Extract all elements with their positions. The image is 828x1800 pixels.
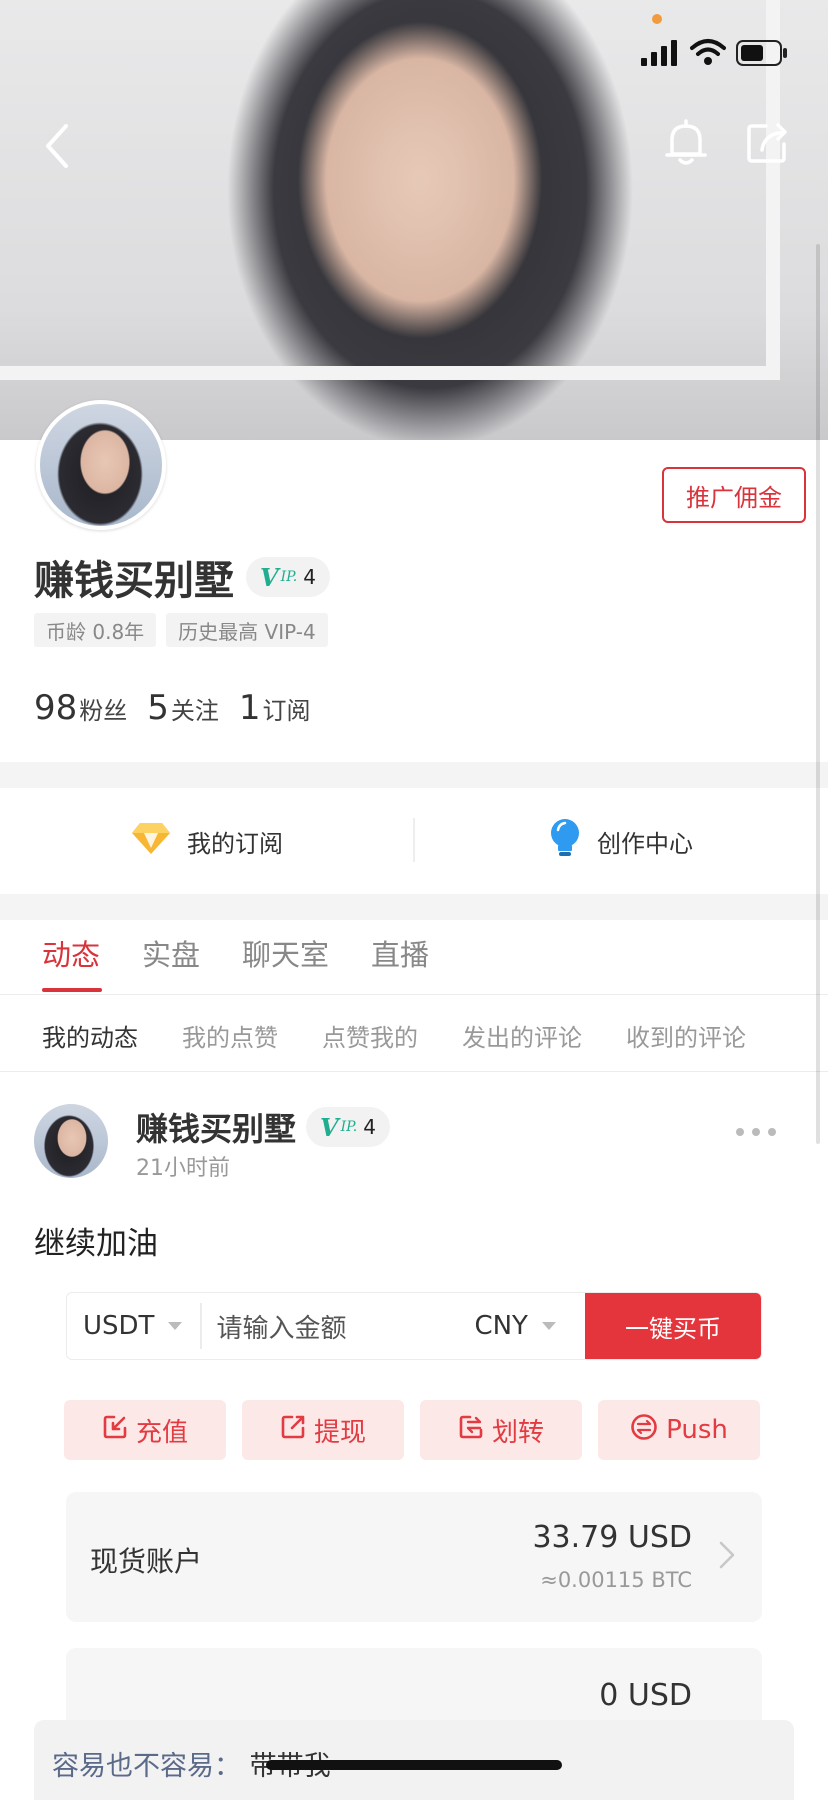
share-icon[interactable] <box>746 120 790 164</box>
asset-actions: 充值 提现 划转 Push <box>64 1400 760 1460</box>
battery-icon <box>736 40 788 66</box>
fiat-select-value: CNY <box>474 1311 528 1341</box>
subtab-sent-comments[interactable]: 发出的评论 <box>462 1018 582 1053</box>
withdraw-label: 提现 <box>313 1417 366 1448</box>
subscriptions-stat[interactable]: 1订阅 <box>239 688 311 728</box>
profile-tags: 币龄 0.8年 历史最高 VIP-4 <box>34 613 328 647</box>
post-text: 继续加油 <box>34 1226 158 1262</box>
transfer-icon <box>458 1414 484 1447</box>
active-tab-indicator <box>42 988 102 992</box>
my-subscription-label: 我的订阅 <box>187 829 283 858</box>
quick-buy-widget: USDT 请输入金额 CNY 一键买币 <box>66 1292 762 1360</box>
quick-divider <box>413 818 415 862</box>
vip-badge: V IP. 4 <box>306 1107 390 1147</box>
post-avatar[interactable] <box>34 1104 108 1178</box>
account-btc-value: ≈0.00115 BTC <box>540 1568 692 1592</box>
transfer-button[interactable]: 划转 <box>420 1400 582 1460</box>
vip-badge: V IP. 4 <box>246 557 330 597</box>
vip-suffix: IP. <box>280 569 298 585</box>
account-value: 0 USD <box>599 1678 692 1713</box>
withdraw-icon <box>280 1414 306 1447</box>
tab-live-trading[interactable]: 实盘 <box>142 932 200 974</box>
push-label: Push <box>666 1415 728 1445</box>
account-value: 33.79 USD <box>532 1520 692 1555</box>
transfer-label: 划转 <box>491 1417 544 1448</box>
section-divider <box>0 894 828 920</box>
post-time: 21小时前 <box>136 1156 230 1181</box>
subtab-my-posts[interactable]: 我的动态 <box>42 1018 138 1053</box>
deposit-icon <box>102 1414 128 1447</box>
push-button[interactable]: Push <box>598 1400 760 1460</box>
vip-level: 4 <box>363 1115 376 1139</box>
post-author-row: 赚钱买别墅 V IP. 4 <box>136 1104 390 1150</box>
main-tabs: 动态 实盘 聊天室 直播 <box>42 932 429 974</box>
coin-age-tag: 币龄 0.8年 <box>34 613 157 647</box>
wifi-icon <box>690 38 726 66</box>
section-divider <box>0 762 828 788</box>
following-stat[interactable]: 5关注 <box>147 688 219 728</box>
chevron-right-icon <box>718 1540 736 1574</box>
lightbulb-icon <box>549 818 581 864</box>
more-icon[interactable] <box>736 1128 776 1136</box>
amount-input[interactable]: 请输入金额 <box>200 1303 466 1349</box>
bell-icon[interactable] <box>664 118 708 166</box>
cellular-signal-icon <box>640 40 680 66</box>
tab-chatroom[interactable]: 聊天室 <box>242 932 329 974</box>
scrollbar[interactable] <box>816 244 820 1144</box>
diamond-icon <box>131 821 171 861</box>
vip-suffix: IP. <box>340 1119 358 1135</box>
creator-center-entry[interactable]: 创作中心 <box>414 788 828 894</box>
deposit-button[interactable]: 充值 <box>64 1400 226 1460</box>
account-title: 现货账户 <box>90 1545 203 1578</box>
my-subscription-entry[interactable]: 我的订阅 <box>0 788 414 894</box>
avatar[interactable] <box>36 400 166 530</box>
profile-name: 赚钱买别墅 <box>34 558 234 604</box>
creator-center-label: 创作中心 <box>597 829 693 858</box>
sub-tabs: 我的动态 我的点赞 点赞我的 发出的评论 收到的评论 <box>42 1018 746 1053</box>
tab-livestream[interactable]: 直播 <box>371 932 429 974</box>
post-author-name[interactable]: 赚钱买别墅 <box>136 1104 296 1150</box>
push-icon <box>630 1413 658 1448</box>
coin-select-value: USDT <box>83 1311 155 1341</box>
highest-vip-tag: 历史最高 VIP-4 <box>166 613 328 647</box>
subtab-liked-me[interactable]: 点赞我的 <box>322 1018 418 1053</box>
withdraw-button[interactable]: 提现 <box>242 1400 404 1460</box>
home-indicator <box>266 1760 562 1770</box>
profile-stats: 98粉丝 5关注 1订阅 <box>34 688 311 728</box>
subtab-my-likes[interactable]: 我的点赞 <box>182 1018 278 1053</box>
followers-stat[interactable]: 98粉丝 <box>34 688 127 728</box>
tab-feed[interactable]: 动态 <box>42 932 100 974</box>
profile-name-row: 赚钱买别墅 V IP. 4 <box>34 548 330 606</box>
vip-level: 4 <box>303 565 316 589</box>
caret-down-icon <box>168 1322 183 1330</box>
chat-sender: 容易也不容易： <box>52 1751 241 1782</box>
status-dot <box>652 14 662 24</box>
cover-photo <box>0 0 828 440</box>
vip-mark: V <box>320 1112 339 1142</box>
one-click-buy-button[interactable]: 一键买币 <box>585 1293 761 1359</box>
divider <box>0 994 828 995</box>
deposit-label: 充值 <box>135 1417 188 1448</box>
vip-mark: V <box>260 562 279 592</box>
spot-account-card[interactable]: 现货账户 33.79 USD ≈0.00115 BTC <box>66 1492 762 1622</box>
promotion-commission-button[interactable]: 推广佣金 <box>662 467 806 523</box>
fiat-select[interactable]: CNY <box>474 1311 556 1341</box>
subtab-received-comments[interactable]: 收到的评论 <box>626 1018 746 1053</box>
caret-down-icon <box>541 1322 556 1330</box>
back-icon[interactable] <box>42 122 72 170</box>
divider <box>0 1071 828 1072</box>
coin-select[interactable]: USDT <box>67 1311 183 1341</box>
